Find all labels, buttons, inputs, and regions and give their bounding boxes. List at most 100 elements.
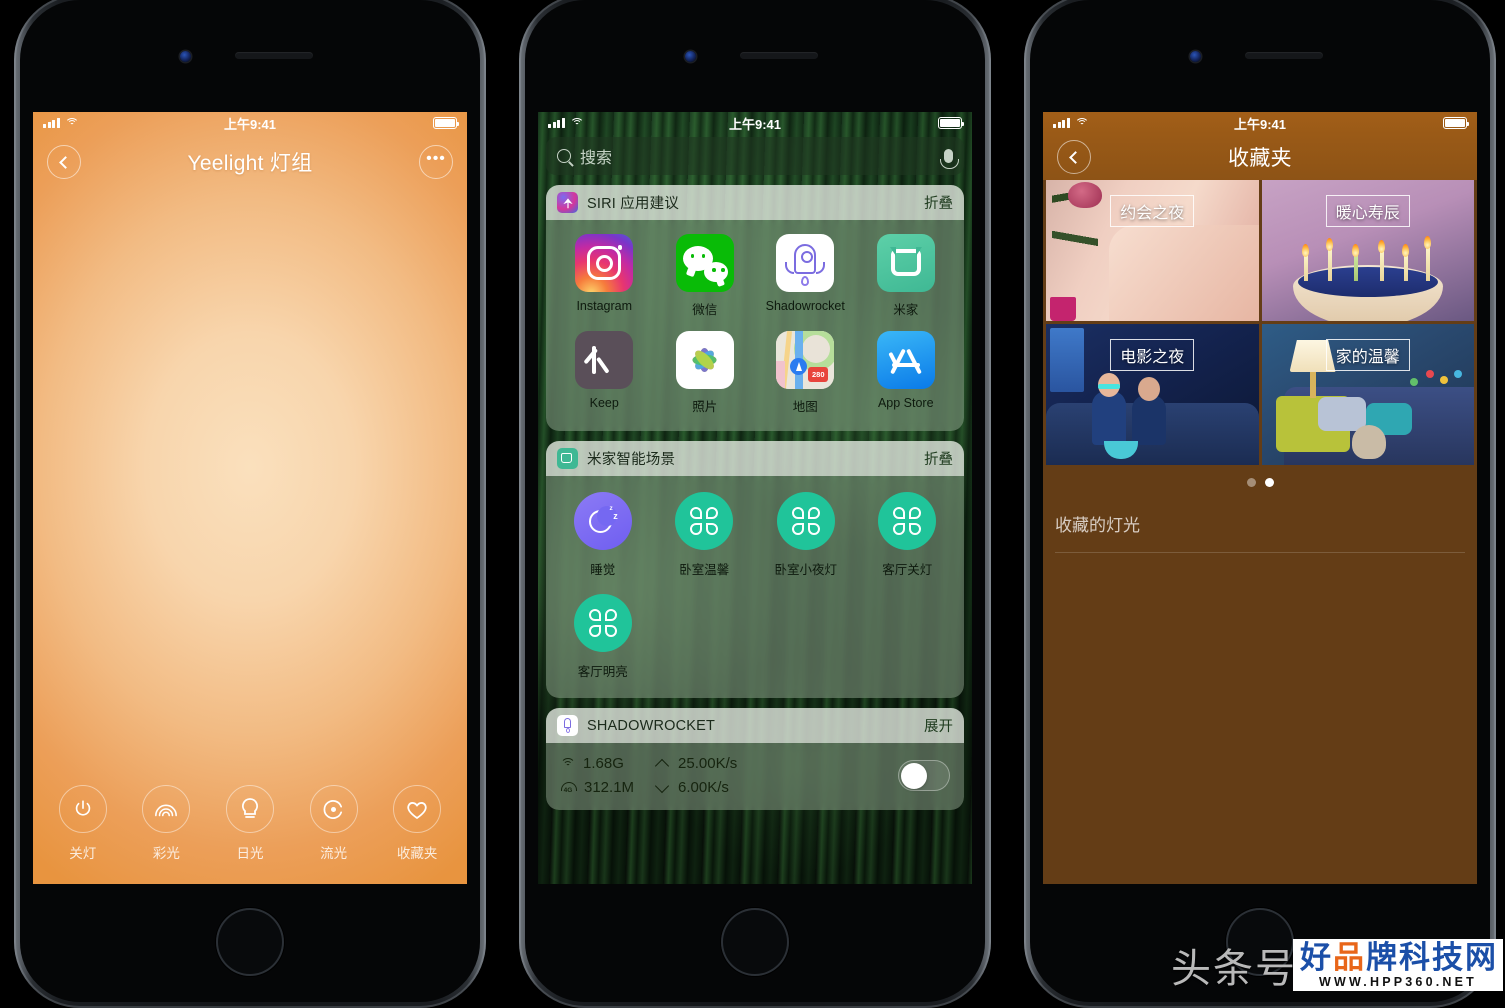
power-icon (58, 785, 107, 833)
app-item-photos[interactable]: 照片 (655, 331, 756, 415)
battery-icon (938, 117, 965, 129)
app-label: 地图 (792, 400, 818, 414)
favorite-card[interactable]: 电影之夜 (1046, 324, 1259, 465)
app-item-maps[interactable]: 280 地图 (755, 331, 856, 415)
shadowrocket-icon (557, 715, 578, 736)
scene-item-sleep[interactable]: zz 睡觉 (552, 492, 654, 578)
bulb-icon (225, 785, 274, 833)
photos-icon (675, 331, 734, 389)
status-bar: 上午9:41 (33, 112, 467, 134)
stat-row-upload: 25.00K/s (656, 755, 737, 772)
watermark-logo: 好 品 牌 科 技 网 WWW.HPP360.NET (1293, 939, 1503, 991)
status-bar-time: 上午9:41 (1233, 116, 1287, 132)
widget-header: 米家智能场景 折叠 (546, 441, 964, 476)
navigation-bar: Yeelight 灯组 ••• (33, 134, 467, 190)
toolbar-item-daylight[interactable]: 日光 (212, 785, 288, 862)
back-button[interactable] (1057, 140, 1091, 174)
wifi-icon (560, 758, 575, 769)
favorite-card-label: 暖心寿辰 (1325, 195, 1410, 227)
toolbar-item-power[interactable]: 关灯 (45, 785, 121, 862)
widget-siri-suggestions: SIRI 应用建议 折叠 Instagram 微信 Shadowrocket 米… (546, 185, 964, 431)
phone-3: 上午9:41 收藏夹 约会之夜 暖心寿辰 电影之夜 家的温馨 收藏的灯光 (1010, 0, 1505, 1008)
toolbar-item-favorites[interactable]: 收藏夹 (379, 785, 455, 862)
shadowrocket-stats: 1.68G 4G 312.1M 25.00K/s 6.00K/s (546, 743, 964, 810)
mijia-icon (557, 448, 578, 469)
toolbar-label: 彩光 (152, 846, 180, 861)
home-button[interactable] (721, 908, 789, 976)
app-item-appstore[interactable]: App Store (856, 331, 957, 415)
toolbar-item-color[interactable]: 彩光 (128, 785, 204, 862)
app-label: App Store (877, 396, 934, 410)
battery-icon (433, 117, 460, 129)
toolbar-label: 流光 (320, 846, 348, 861)
status-bar: 上午9:41 (1043, 112, 1477, 134)
arrow-up-icon (656, 757, 670, 771)
phone-1: 上午9:41 Yeelight 灯组 ••• 关灯 彩光 日光 流光 收藏夹 (0, 0, 500, 1008)
favorite-card-label: 家的温馨 (1325, 339, 1410, 371)
favorite-card[interactable]: 家的温馨 (1261, 324, 1474, 465)
back-chevron-icon (59, 155, 72, 169)
siri-icon (557, 192, 578, 213)
stat-value: 312.1M (584, 779, 635, 796)
proxy-toggle[interactable] (898, 760, 950, 791)
scene-item-bedroom-cozy[interactable]: 卧室温馨 (654, 492, 756, 578)
widget-expand-button[interactable]: 展开 (924, 715, 953, 736)
instagram-icon (575, 234, 634, 292)
back-chevron-icon (1069, 150, 1082, 164)
watermark-prefix: 头条号 (1171, 947, 1297, 991)
favorite-card[interactable]: 暖心寿辰 (1261, 180, 1474, 321)
phone-1-screen: 上午9:41 Yeelight 灯组 ••• 关灯 彩光 日光 流光 收藏夹 (33, 112, 467, 884)
page-dot[interactable] (1246, 478, 1256, 487)
navigation-bar: 收藏夹 (1043, 134, 1477, 180)
watermark-char: 品 (1333, 940, 1364, 975)
toolbar-item-flow[interactable]: 流光 (296, 785, 372, 862)
widget-body: 1.68G 4G 312.1M 25.00K/s 6.00K/s (546, 743, 964, 810)
watermark-url: WWW.HPP360.NET (1318, 975, 1477, 989)
favorite-card[interactable]: 约会之夜 (1046, 180, 1259, 321)
front-camera-icon (1190, 51, 1201, 62)
watermark-char: 技 (1432, 940, 1463, 975)
scene-item-livingroom-off[interactable]: 客厅关灯 (857, 492, 959, 578)
today-view-scroll[interactable]: 搜索 SIRI 应用建议 折叠 Instagram 微信 Shadowrocke… (538, 134, 972, 884)
scene-item-livingroom-bright[interactable]: 客厅明亮 (552, 594, 654, 680)
back-button[interactable] (47, 145, 81, 179)
app-label: 米家 (893, 303, 919, 317)
widget-collapse-button[interactable]: 折叠 (924, 448, 953, 469)
wechat-icon (675, 234, 734, 292)
widget-collapse-button[interactable]: 折叠 (924, 192, 953, 213)
watermark-char: 网 (1465, 940, 1496, 975)
scene-label: 客厅关灯 (882, 563, 933, 577)
yeelight-group-screen: 上午9:41 Yeelight 灯组 ••• 关灯 彩光 日光 流光 收藏夹 (33, 112, 467, 884)
watermark-char: 牌 (1366, 940, 1397, 975)
page-title: 收藏夹 (1228, 147, 1292, 170)
light-preview-area[interactable] (33, 190, 467, 785)
app-item-instagram[interactable]: Instagram (554, 234, 655, 318)
stat-value: 6.00K/s (678, 779, 729, 796)
clover-icon (878, 492, 937, 550)
page-indicator[interactable] (1043, 465, 1477, 487)
phone-3-screen: 上午9:41 收藏夹 约会之夜 暖心寿辰 电影之夜 家的温馨 收藏的灯光 (1043, 112, 1477, 884)
search-input[interactable]: 搜索 (546, 137, 964, 175)
page-dot-active[interactable] (1264, 478, 1274, 487)
app-item-shadowrocket[interactable]: Shadowrocket (755, 234, 856, 318)
app-item-keep[interactable]: Keep (554, 331, 655, 415)
microphone-icon[interactable] (940, 149, 959, 169)
app-label: 照片 (692, 400, 718, 414)
stat-row-wifi: 1.68G (560, 755, 634, 772)
4g-icon: 4G (560, 781, 577, 794)
page-title: Yeelight 灯组 (187, 152, 313, 175)
app-item-wechat[interactable]: 微信 (655, 234, 756, 318)
app-label: Shadowrocket (765, 299, 845, 313)
home-button[interactable] (216, 908, 284, 976)
clover-icon (776, 492, 835, 550)
favorites-screen: 上午9:41 收藏夹 约会之夜 暖心寿辰 电影之夜 家的温馨 收藏的灯光 (1043, 112, 1477, 884)
maps-icon: 280 (776, 331, 835, 389)
moon-sleep-icon: zz (573, 492, 632, 550)
section-title: 收藏的灯光 (1055, 516, 1140, 535)
app-item-mijia[interactable]: 米家 (856, 234, 957, 318)
stat-value: 25.00K/s (678, 755, 738, 772)
phone-2: 上午9:41 搜索 SIRI 应用建议 折叠 Instagram 微信 Shad… (505, 0, 1005, 1008)
more-options-button[interactable]: ••• (419, 145, 453, 179)
search-icon (557, 149, 571, 163)
scene-item-bedroom-nightlight[interactable]: 卧室小夜灯 (755, 492, 857, 578)
